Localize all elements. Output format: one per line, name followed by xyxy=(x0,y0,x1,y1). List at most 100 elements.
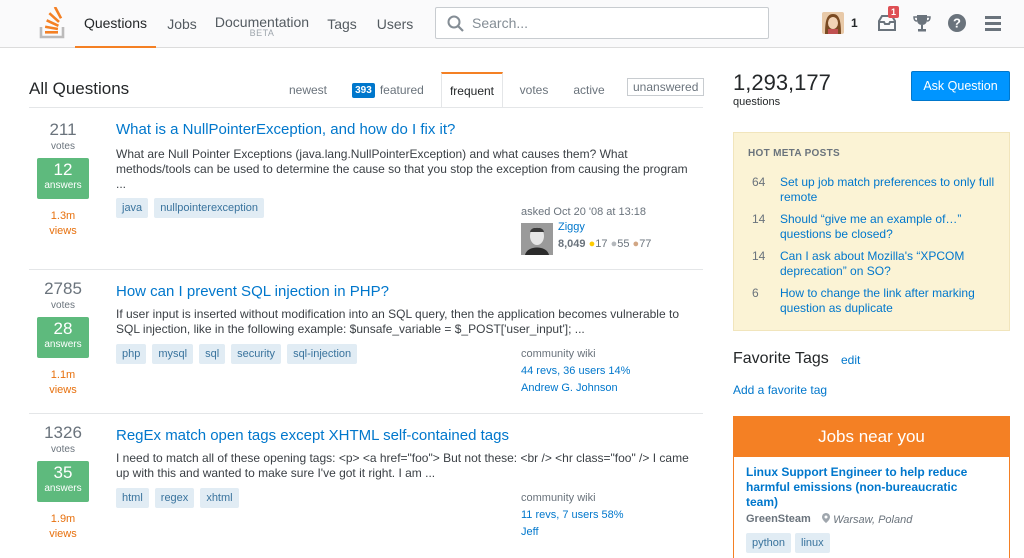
nav-tags[interactable]: Tags xyxy=(322,0,362,48)
answer-count-box: 12 answers xyxy=(37,158,89,199)
ask-question-button[interactable]: Ask Question xyxy=(911,71,1010,101)
favorite-tags-edit-link[interactable]: edit xyxy=(841,353,860,367)
question-owner: community wiki 11 revs, 7 users 58% Jeff xyxy=(521,490,703,541)
owner-name-link[interactable]: Jeff xyxy=(521,524,703,541)
nav-users[interactable]: Users xyxy=(372,0,418,48)
tab-unanswered-label: unanswered xyxy=(633,80,699,94)
question-tags: html regex xhtml xyxy=(116,488,239,508)
add-favorite-tag-link[interactable]: Add a favorite tag xyxy=(733,383,827,397)
nav-documentation[interactable]: Documentation BETA xyxy=(212,0,312,48)
view-count-value: 1.9m xyxy=(50,513,76,525)
tab-active-label: active xyxy=(573,83,605,97)
question-stats: 2785 votes 28 answers 1.1m views xyxy=(34,279,92,398)
owner-name-link[interactable]: Andrew G. Johnson xyxy=(521,380,703,397)
vote-label: votes xyxy=(51,300,75,311)
meta-post-link[interactable]: Set up job match preferences to only ful… xyxy=(780,175,995,205)
view-count-value: 1.1m xyxy=(50,369,76,381)
tag-java[interactable]: java xyxy=(116,198,149,218)
view-count-label: views xyxy=(49,225,77,237)
answer-count: 12 xyxy=(53,160,73,179)
tag-sql-injection[interactable]: sql-injection xyxy=(287,344,358,364)
bronze-badge-count: 77 xyxy=(639,238,652,250)
question-title-link[interactable]: How can I prevent SQL injection in PHP? xyxy=(116,283,389,300)
question-count-label: questions xyxy=(733,96,781,108)
vote-count: 1326 xyxy=(44,423,82,442)
owner-reputation: 8,049 xyxy=(558,238,586,250)
tag-security[interactable]: security xyxy=(231,344,282,364)
search-input[interactable] xyxy=(472,13,752,33)
nav-questions-label: Questions xyxy=(83,15,148,31)
owner-name-link[interactable]: Ziggy xyxy=(558,219,651,236)
answer-count-box: 28 answers xyxy=(37,317,89,358)
nav-documentation-beta-label: BETA xyxy=(249,28,275,38)
svg-text:?: ? xyxy=(953,16,961,31)
question-tags: php mysql sql security sql-injection xyxy=(116,344,358,364)
tag-html[interactable]: html xyxy=(116,488,149,508)
jobs-near-you: Jobs near you Linux Support Engineer to … xyxy=(733,416,1010,558)
question-title-link[interactable]: What is a NullPointerException, and how … xyxy=(116,121,455,138)
question-excerpt: I need to match all of these opening tag… xyxy=(116,451,689,480)
owner-badges: 8,049 ●17 ●55 ●77 xyxy=(558,236,651,253)
tag-mysql[interactable]: mysql xyxy=(152,344,194,364)
view-count: 1.9m views xyxy=(34,512,92,542)
tab-frequent[interactable]: frequent xyxy=(441,72,503,108)
tab-unanswered[interactable]: unanswered xyxy=(627,78,705,96)
hot-meta-posts: HOT META POSTS 64 Set up job match prefe… xyxy=(733,132,1010,331)
meta-post-score: 14 xyxy=(752,212,766,226)
tag-xhtml[interactable]: xhtml xyxy=(200,488,239,508)
meta-post-score: 6 xyxy=(752,286,759,300)
stackoverflow-logo-icon[interactable] xyxy=(38,6,68,39)
hot-meta-posts-title: HOT META POSTS xyxy=(748,148,840,159)
question-stats: 211 votes 12 answers 1.3m views xyxy=(34,120,92,239)
meta-post-link[interactable]: Can I ask about Mozilla's “XPCOM depreca… xyxy=(780,249,995,279)
page-title: All Questions xyxy=(29,79,130,98)
community-wiki-label: community wiki xyxy=(521,492,596,504)
question-count: 1,293,177 xyxy=(733,70,831,95)
site-switcher-menu-icon[interactable] xyxy=(982,12,1004,34)
answer-label: answers xyxy=(44,483,82,494)
tab-newest-label: newest xyxy=(288,83,328,97)
tab-frequent-label: frequent xyxy=(449,83,495,98)
job-tags: python linux xyxy=(746,533,830,553)
question-row: 1326 votes 35 answers 1.9m views RegEx m… xyxy=(29,414,703,558)
tab-newest[interactable]: newest xyxy=(281,72,335,108)
question-title-link[interactable]: RegEx match open tags except XHTML self-… xyxy=(116,427,509,444)
tag-nullpointerexception[interactable]: nullpointerexception xyxy=(154,198,265,218)
nav-tags-label: Tags xyxy=(327,16,357,32)
question-tags: java nullpointerexception xyxy=(116,198,265,218)
revisions-link[interactable]: 44 revs, 36 users 14% xyxy=(521,363,703,380)
view-count: 1.1m views xyxy=(34,368,92,398)
revisions-link[interactable]: 11 revs, 7 users 58% xyxy=(521,507,703,524)
answer-count: 35 xyxy=(53,463,73,482)
tab-featured-label: featured xyxy=(379,83,424,97)
tag-sql[interactable]: sql xyxy=(199,344,226,364)
question-stats: 1326 votes 35 answers 1.9m views xyxy=(34,423,92,542)
job-location: Warsaw, Poland xyxy=(822,513,912,526)
vote-count: 211 xyxy=(49,120,77,139)
tab-active[interactable]: active xyxy=(566,72,612,108)
view-count-label: views xyxy=(49,528,77,540)
owner-avatar[interactable] xyxy=(521,223,553,255)
view-count-label: views xyxy=(49,384,77,396)
nav-users-label: Users xyxy=(376,16,414,32)
user-avatar[interactable] xyxy=(822,12,844,34)
tab-featured[interactable]: 393 featured xyxy=(348,72,428,108)
tab-votes-label: votes xyxy=(519,83,549,97)
help-icon[interactable]: ? xyxy=(946,12,968,34)
view-count: 1.3m views xyxy=(34,209,92,239)
tag-python[interactable]: python xyxy=(746,533,792,553)
tag-linux[interactable]: linux xyxy=(795,533,830,553)
job-title-link[interactable]: Linux Support Engineer to help reduce ha… xyxy=(746,465,986,510)
favorite-tags-title: Favorite Tags xyxy=(733,350,829,367)
nav-questions[interactable]: Questions xyxy=(75,0,156,48)
tab-votes[interactable]: votes xyxy=(512,72,556,108)
trophy-icon[interactable] xyxy=(911,12,933,34)
meta-post-link[interactable]: Should “give me an example of…” question… xyxy=(780,212,995,242)
job-company: GreenSteam xyxy=(746,513,811,525)
nav-jobs[interactable]: Jobs xyxy=(160,0,204,48)
meta-post-score: 64 xyxy=(752,175,766,189)
tag-php[interactable]: php xyxy=(116,344,147,364)
gold-badge-count: 17 xyxy=(595,238,608,250)
meta-post-link[interactable]: How to change the link after marking que… xyxy=(780,286,995,316)
tag-regex[interactable]: regex xyxy=(154,488,195,508)
